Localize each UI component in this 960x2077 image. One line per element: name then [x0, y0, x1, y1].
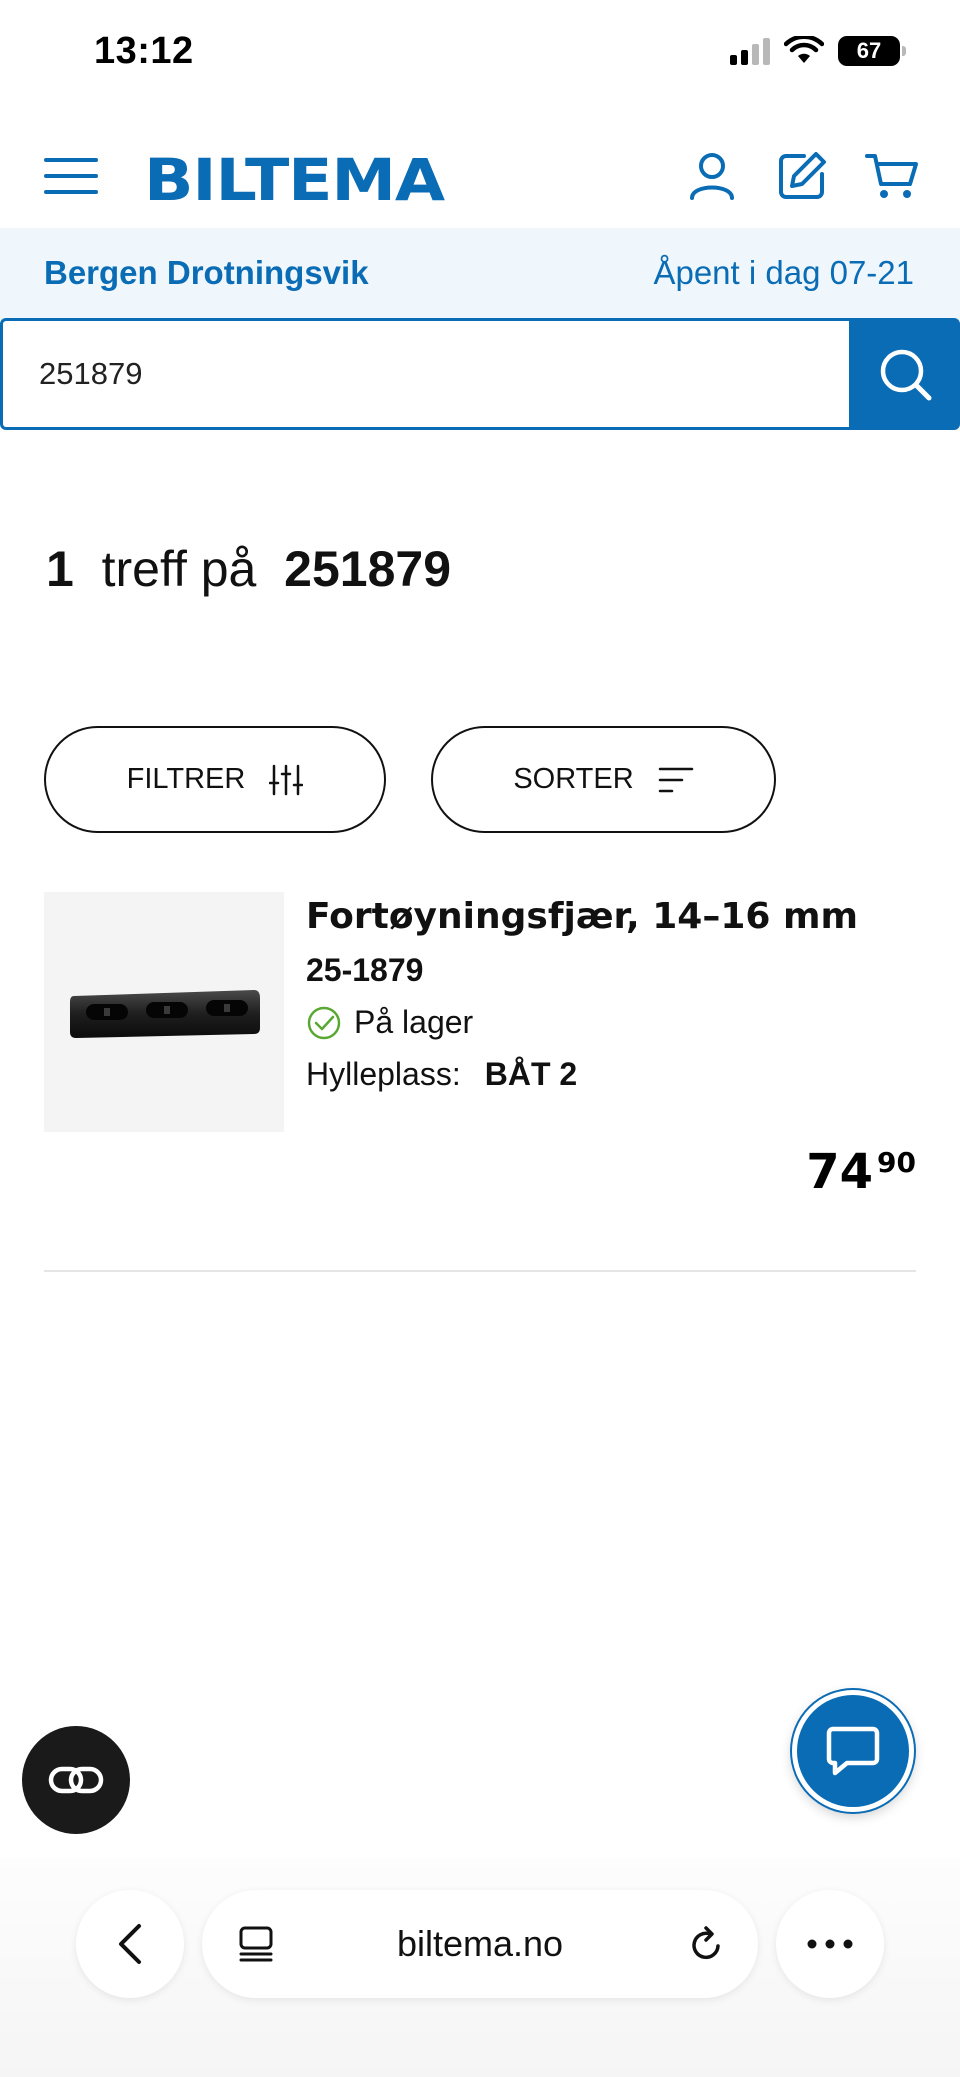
divider — [44, 1270, 916, 1272]
search-bar — [0, 318, 960, 430]
battery-icon: 67 — [838, 36, 906, 66]
signal-icon — [730, 37, 770, 65]
sliders-icon — [269, 764, 304, 795]
reader-mode-button[interactable] — [22, 1726, 130, 1834]
search-input[interactable] — [0, 318, 849, 430]
shelf-value: BÅT 2 — [484, 1056, 578, 1092]
result-query: 251879 — [284, 541, 452, 597]
search-button[interactable] — [849, 318, 960, 430]
store-bar[interactable]: Bergen Drotningsvik Åpent i dag 07-21 — [0, 228, 960, 320]
store-name[interactable]: Bergen Drotningsvik — [44, 254, 369, 292]
check-circle-icon — [307, 1006, 341, 1039]
stock-status: På lager — [306, 1004, 473, 1041]
store-hours: Åpent i dag 07-21 — [653, 254, 914, 291]
result-count-number: 1 — [46, 541, 74, 597]
url-text[interactable]: biltema.no — [202, 1923, 758, 1965]
more-icon — [807, 1939, 853, 1949]
stock-label: På lager — [354, 1004, 474, 1040]
sort-label: SORTER — [513, 763, 634, 795]
link-icon — [48, 1766, 104, 1794]
edit-icon[interactable] — [774, 148, 830, 204]
back-button[interactable] — [76, 1890, 184, 1998]
menu-icon[interactable] — [44, 158, 98, 198]
filter-label: FILTRER — [126, 763, 246, 795]
status-time: 13:12 — [94, 30, 194, 72]
sort-icon — [658, 767, 693, 792]
price-main: 74 — [806, 1144, 874, 1200]
product-price: 74 90 — [806, 1144, 916, 1200]
chevron-left-icon — [119, 1924, 141, 1964]
mooring-spring-image — [70, 990, 260, 1038]
product-sku: 25-1879 — [306, 952, 424, 988]
chat-button[interactable] — [792, 1690, 914, 1812]
reload-icon[interactable] — [684, 1922, 728, 1966]
result-count-text: treff på — [101, 541, 257, 597]
browser-toolbar: biltema.no — [0, 1858, 960, 2077]
price-decimal: 90 — [877, 1146, 916, 1179]
product-image[interactable] — [44, 892, 284, 1132]
address-bar[interactable]: biltema.no — [202, 1890, 758, 1998]
status-icons: 67 — [730, 36, 906, 66]
more-button[interactable] — [776, 1890, 884, 1998]
sort-button[interactable]: SORTER — [431, 726, 776, 833]
wifi-icon — [784, 36, 824, 63]
filter-button[interactable]: FILTRER — [44, 726, 386, 833]
shelf-location: Hylleplass: BÅT 2 — [306, 1056, 577, 1093]
search-icon — [880, 349, 931, 401]
status-bar: 13:12 67 — [0, 0, 960, 110]
result-count: 1 treff på 251879 — [46, 540, 451, 598]
product-card[interactable]: Fortøyningsfjær, 14–16 mm 25-1879 På lag… — [44, 892, 916, 1272]
user-icon[interactable] — [684, 148, 740, 204]
product-name[interactable]: Fortøyningsfjær, 14–16 mm — [306, 896, 858, 937]
cart-icon[interactable] — [864, 148, 920, 204]
shelf-label: Hylleplass: — [306, 1056, 461, 1092]
chat-icon — [826, 1726, 880, 1776]
site-header: BILTEMA — [0, 110, 960, 228]
biltema-logo[interactable]: BILTEMA — [144, 146, 445, 214]
